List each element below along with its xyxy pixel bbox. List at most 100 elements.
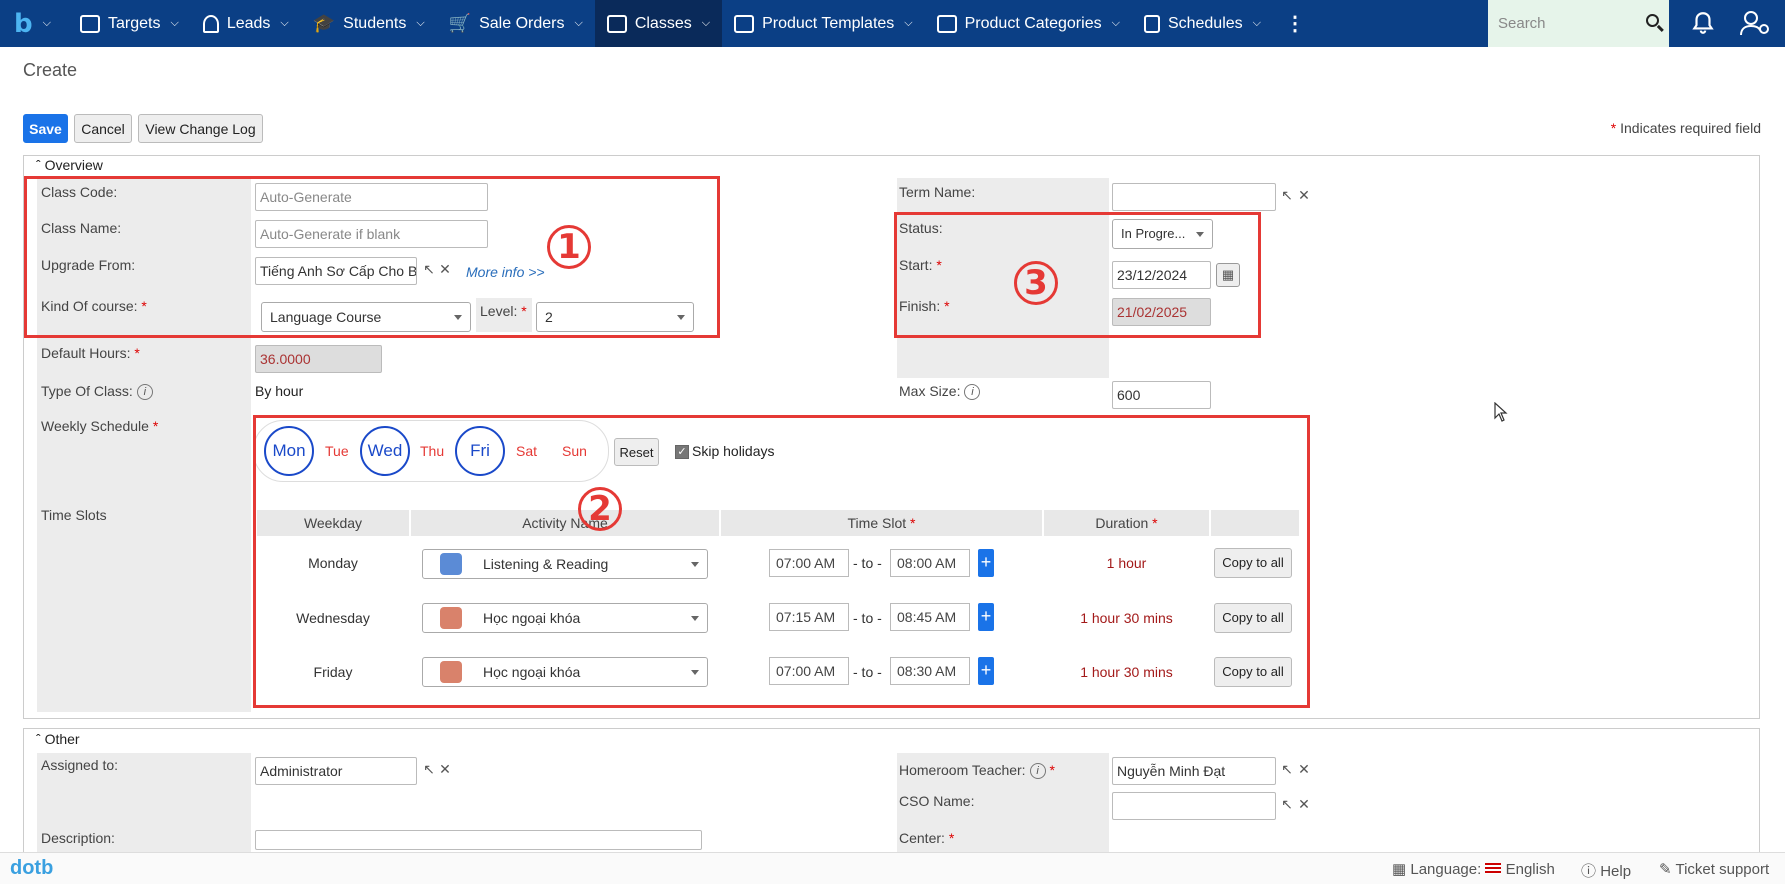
other-title: Other: [44, 731, 80, 747]
clear-icon[interactable]: ✕: [1296, 796, 1312, 816]
nav-schedules[interactable]: Schedules ⌵: [1132, 0, 1273, 47]
clear-icon[interactable]: ✕: [437, 761, 453, 781]
help-icon: ⓘ: [1581, 863, 1597, 880]
search-box[interactable]: Search: [1488, 0, 1669, 47]
required-note: * Indicates required field: [1611, 120, 1761, 136]
other-header[interactable]: ˆ Other: [36, 731, 80, 747]
required-star: *: [948, 830, 955, 846]
user-settings-icon[interactable]: [1740, 10, 1780, 36]
view-change-log-button[interactable]: View Change Log: [138, 114, 263, 143]
assigned-to-input[interactable]: Administrator: [255, 757, 417, 785]
product-categories-icon: [936, 14, 957, 33]
page-title: Create: [23, 60, 78, 80]
edit-icon: ✎: [1659, 861, 1672, 878]
search-input[interactable]: Search: [1498, 15, 1546, 32]
homeroom-teacher-input[interactable]: Nguyễn Minh Đạt: [1112, 757, 1276, 785]
mouse-cursor-icon: [1494, 402, 1508, 422]
clear-icon[interactable]: ✕: [1296, 187, 1312, 207]
nav-product-templates[interactable]: Product Templates ⌵: [722, 0, 925, 47]
logo-b-icon: b: [14, 8, 33, 39]
help-link[interactable]: ⓘ Help: [1581, 860, 1631, 881]
overview-header[interactable]: ˆ Overview: [36, 157, 103, 173]
cso-name-input[interactable]: [1112, 792, 1276, 820]
annotation-number-3: 3: [1014, 261, 1058, 305]
nav-label: Leads: [226, 14, 271, 32]
cancel-button[interactable]: Cancel: [74, 114, 132, 143]
chevron-down-icon: ⌵: [574, 17, 583, 29]
chevron-down-icon: ⌵: [904, 17, 913, 29]
description-label: Description:: [41, 830, 115, 846]
nav-students[interactable]: 🎓 Students ⌵: [301, 0, 437, 47]
assigned-to-label: Assigned to:: [41, 757, 119, 773]
required-star: *: [134, 345, 140, 361]
nav-label: Sale Orders: [479, 14, 565, 32]
chevron-down-icon: ⌵: [416, 17, 425, 29]
required-star: *: [1049, 762, 1055, 778]
classes-icon: [606, 14, 627, 33]
center-label-text: Center:: [899, 830, 945, 846]
select-arrow-icon[interactable]: ↖: [421, 761, 437, 781]
language-selector[interactable]: ▦ Language: English: [1392, 860, 1555, 878]
required-star: *: [152, 418, 159, 434]
max-size-input[interactable]: 600: [1112, 381, 1211, 409]
info-icon[interactable]: i: [1029, 763, 1046, 780]
required-note-text: Indicates required field: [1620, 120, 1761, 136]
info-icon[interactable]: i: [964, 384, 981, 401]
max-size-label: Max Size: i: [899, 383, 981, 401]
select-arrow-icon[interactable]: ↖: [1279, 796, 1295, 816]
default-hours-input: 36.0000: [255, 345, 382, 373]
language-icon: ▦: [1392, 861, 1407, 878]
type-of-class-label-text: Type Of Class:: [41, 383, 133, 399]
required-star: *: [1610, 120, 1617, 136]
nav-label: Classes: [634, 14, 692, 32]
time-slots-label: Time Slots: [41, 507, 107, 523]
weekly-schedule-label: Weekly Schedule *: [41, 418, 158, 434]
nav-label: Schedules: [1167, 14, 1243, 32]
more-menu-icon[interactable]: ⋮: [1273, 0, 1317, 47]
type-of-class-value: By hour: [255, 383, 304, 399]
clear-icon[interactable]: ✕: [1296, 761, 1312, 781]
ticket-support-link[interactable]: ✎ Ticket support: [1659, 860, 1769, 878]
term-name-input[interactable]: [1112, 183, 1276, 211]
nav-label: Product Categories: [964, 14, 1102, 32]
nav-sale-orders[interactable]: 🛒 Sale Orders ⌵: [437, 0, 595, 47]
chevron-down-icon: ⌵: [280, 17, 289, 29]
search-icon[interactable]: [1646, 14, 1659, 27]
annotation-box-1: [24, 176, 720, 338]
nav-targets[interactable]: Targets ⌵: [68, 0, 191, 47]
footer-logo[interactable]: dotb: [10, 857, 53, 880]
overview-title: Overview: [44, 157, 103, 173]
annotation-number-2: 2: [578, 487, 622, 531]
default-hours-label: Default Hours: *: [41, 345, 140, 361]
max-size-label-text: Max Size:: [899, 383, 961, 399]
bell-icon[interactable]: [1690, 10, 1716, 36]
chevron-down-icon: ⌵: [170, 17, 179, 29]
cso-name-label: CSO Name:: [899, 793, 975, 809]
nav-label: Product Templates: [762, 14, 895, 32]
homeroom-teacher-label: Homeroom Teacher: i *: [899, 762, 1055, 780]
students-icon: 🎓: [312, 13, 336, 33]
default-hours-label-text: Default Hours:: [41, 345, 131, 361]
chevron-down-icon: ⌵: [701, 17, 711, 29]
description-textarea[interactable]: [255, 830, 702, 850]
nav-label: Targets: [108, 14, 161, 32]
app-logo[interactable]: b ⌵: [0, 0, 68, 47]
product-templates-icon: [734, 14, 755, 33]
nav-label: Students: [343, 14, 407, 32]
us-flag-icon: [1485, 863, 1502, 874]
select-arrow-icon[interactable]: ↖: [1279, 761, 1295, 781]
term-name-label: Term Name:: [899, 184, 976, 200]
select-arrow-icon[interactable]: ↖: [1279, 187, 1295, 207]
center-label: Center: *: [899, 830, 954, 846]
save-button[interactable]: Save: [23, 114, 68, 143]
weekly-schedule-label-text: Weekly Schedule: [41, 418, 149, 434]
ticket-support-label: Ticket support: [1675, 861, 1770, 878]
nav-leads[interactable]: Leads ⌵: [191, 0, 301, 47]
type-of-class-label: Type Of Class: i: [41, 383, 153, 401]
annotation-box-3: [894, 212, 1261, 338]
language-label: Language:: [1410, 861, 1482, 878]
nav-classes[interactable]: Classes ⌵: [594, 0, 723, 47]
annotation-box-2: [253, 415, 1310, 708]
info-icon[interactable]: i: [136, 384, 153, 401]
nav-product-categories[interactable]: Product Categories ⌵: [925, 0, 1132, 47]
